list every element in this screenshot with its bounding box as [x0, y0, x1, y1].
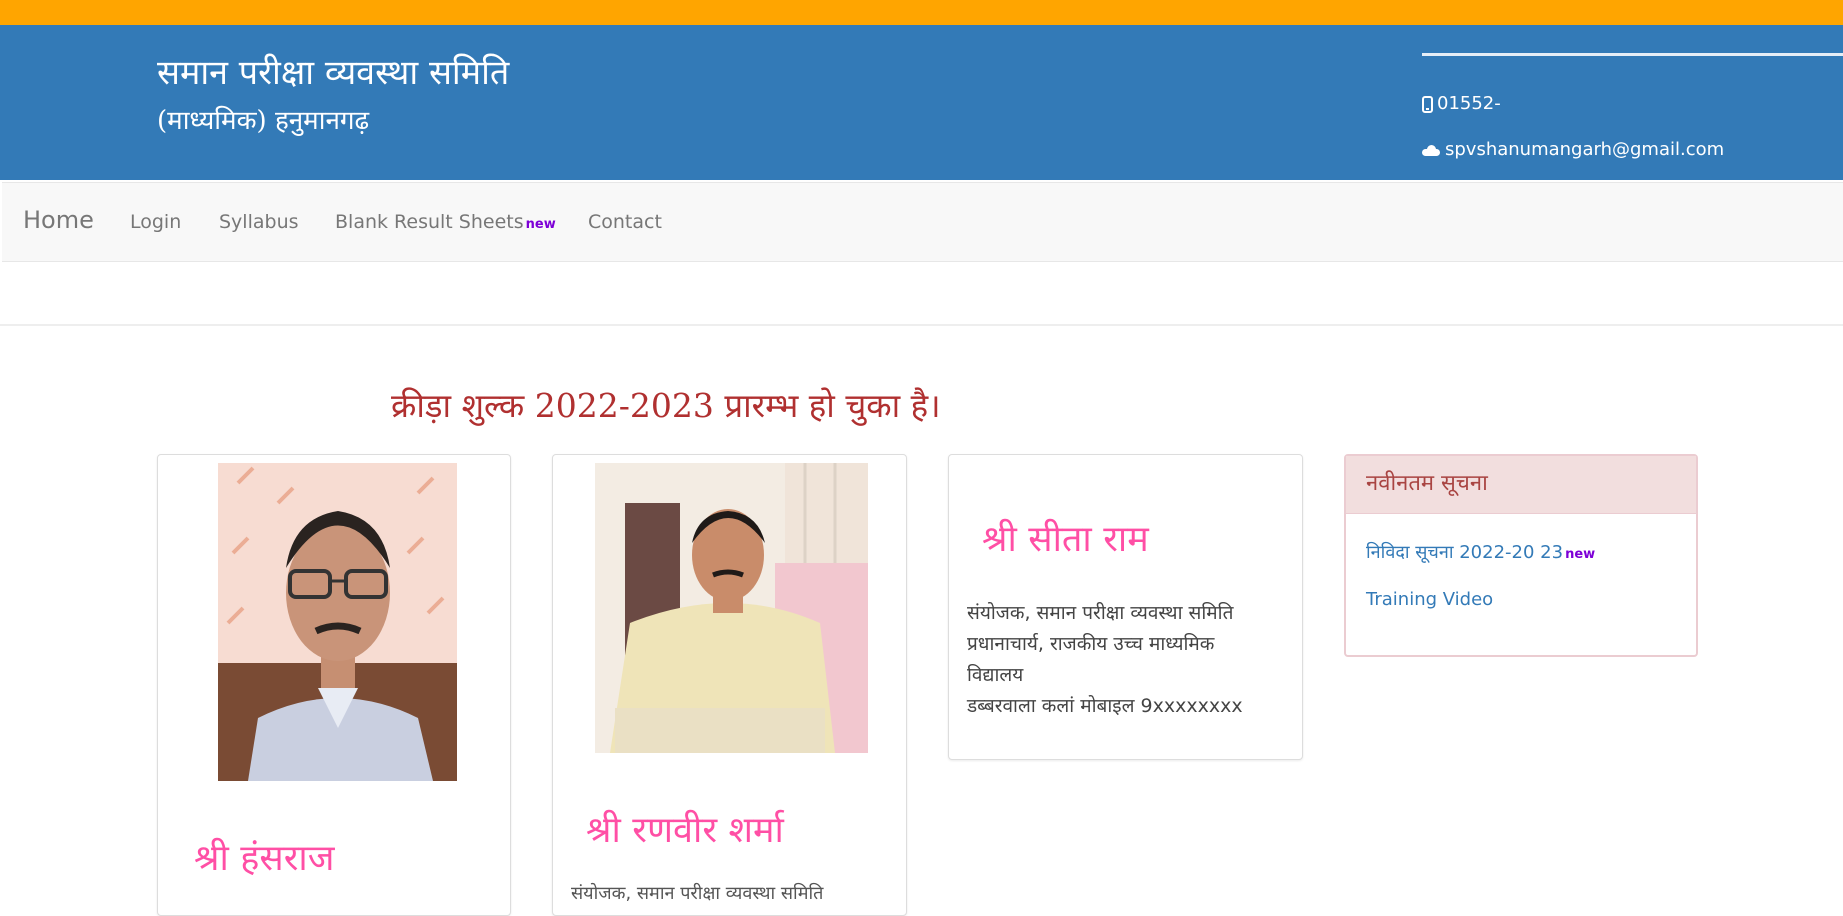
- cloud-icon: [1422, 144, 1440, 156]
- header-divider: [1422, 53, 1843, 56]
- description-line: विद्यालय: [967, 664, 1024, 686]
- latest-notice-panel: नवीनतम सूचना निविदा सूचना 2022-20 23 new …: [1344, 454, 1698, 657]
- contact-phone: 01552-: [1422, 93, 1501, 115]
- phone-number: 01552-: [1437, 93, 1501, 114]
- person-card: श्री सीता राम संयोजक, समान परीक्षा व्यवस…: [948, 454, 1303, 760]
- contact-email: spvshanumangarh@gmail.com: [1422, 139, 1724, 161]
- announcement-marquee: क्रीड़ा शुल्क 2022-2023 प्रारम्भ हो चुका…: [391, 386, 941, 425]
- main-navbar: Home Login Syllabus Blank Result Sheets n…: [2, 182, 1843, 262]
- site-subtitle: (माध्यमिक) हनुमानगढ़: [157, 106, 370, 136]
- new-badge: new: [525, 217, 556, 232]
- site-header: समान परीक्षा व्यवस्था समिति (माध्यमिक) ह…: [0, 25, 1843, 180]
- nav-blank-result-sheets[interactable]: Blank Result Sheets new: [335, 211, 556, 236]
- notice-panel-heading: नवीनतम सूचना: [1346, 456, 1696, 514]
- person-photo: [595, 463, 868, 753]
- nav-syllabus[interactable]: Syllabus: [219, 211, 299, 233]
- person-description: संयोजक, समान परीक्षा व्यवस्था समिति प्रध…: [967, 598, 1287, 722]
- new-badge: new: [1565, 547, 1596, 562]
- top-accent-strip: [0, 0, 1843, 25]
- person-card: श्री रणवीर शर्मा संयोजक, समान परीक्षा व्…: [552, 454, 907, 916]
- nav-login[interactable]: Login: [130, 211, 181, 233]
- person-name: श्री सीता राम: [982, 519, 1149, 560]
- person-card: श्री हंसराज: [157, 454, 511, 916]
- nav-contact[interactable]: Contact: [588, 211, 662, 233]
- person-photo: [218, 463, 457, 781]
- notice-heading-text: नवीनतम सूचना: [1366, 471, 1488, 496]
- description-line: संयोजक, समान परीक्षा व्यवस्था समिति: [967, 602, 1234, 624]
- description-line: डब्बरवाला कलां मोबाइल 9xxxxxxxx: [967, 695, 1243, 717]
- nav-home[interactable]: Home: [23, 208, 94, 232]
- email-address: spvshanumangarh@gmail.com: [1445, 139, 1725, 160]
- notice-link-training-video[interactable]: Training Video: [1366, 588, 1493, 612]
- nav-blank-result-sheets-label: Blank Result Sheets: [335, 211, 524, 233]
- notice-link-label: निविदा सूचना 2022-20 23: [1366, 542, 1564, 563]
- site-title: समान परीक्षा व्यवस्था समिति: [157, 53, 510, 93]
- notice-link-tender[interactable]: निविदा सूचना 2022-20 23 new: [1366, 541, 1595, 567]
- person-description: संयोजक, समान परीक्षा व्यवस्था समिति: [571, 883, 824, 904]
- section-divider: [0, 324, 1843, 326]
- person-name: श्री रणवीर शर्मा: [586, 810, 784, 851]
- mobile-phone-icon: [1422, 95, 1433, 113]
- description-line: प्रधानाचार्य, राजकीय उच्च माध्यमिक: [967, 633, 1215, 655]
- person-name: श्री हंसराज: [194, 838, 335, 879]
